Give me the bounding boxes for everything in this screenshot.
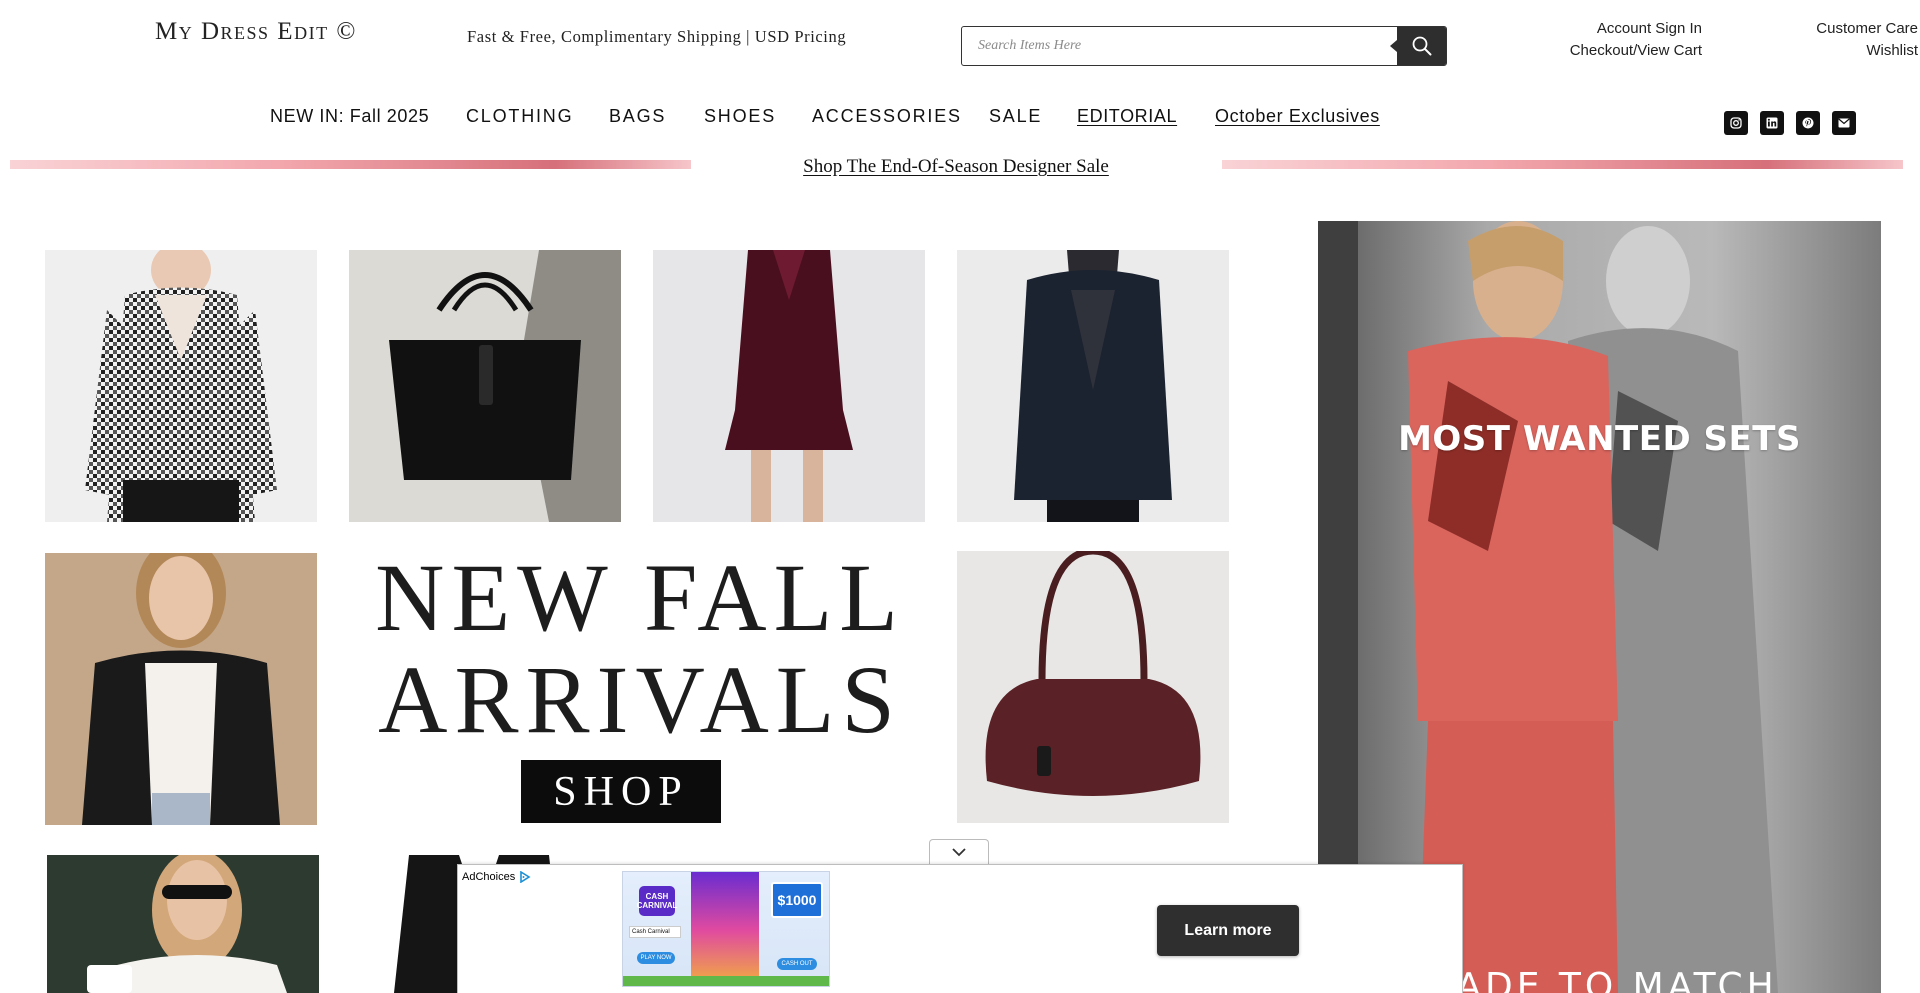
search-button[interactable]: [1390, 27, 1446, 65]
ad-creative[interactable]: CASH CARNIVAL Cash Carnival PLAY NOW $10…: [622, 871, 830, 987]
account-links: Account Sign In Checkout/View Cart: [1545, 18, 1702, 62]
product-tile-burgundy-bag[interactable]: [957, 551, 1229, 823]
hero-title: MOST WANTED SETS: [1398, 419, 1801, 459]
nav-bags[interactable]: BAGS: [609, 106, 666, 127]
customer-care-link[interactable]: Customer Care: [1790, 18, 1918, 40]
site-logo[interactable]: My Dress Edit ©: [155, 18, 357, 46]
search-bar: [961, 26, 1447, 66]
linkedin-icon[interactable]: [1760, 111, 1784, 135]
sale-banner-link[interactable]: Shop The End-Of-Season Designer Sale: [0, 156, 1912, 178]
nav-accessories[interactable]: ACCESSORIES: [812, 106, 962, 127]
main-nav: NEW IN: Fall 2025 CLOTHING BAGS SHOES AC…: [0, 106, 1920, 130]
product-tile-houndstooth-blazer[interactable]: [45, 250, 317, 522]
product-tile-black-cardigan[interactable]: [45, 553, 317, 825]
ad-brand: CASH CARNIVAL: [636, 892, 678, 910]
nav-october-exclusives[interactable]: October Exclusives: [1215, 106, 1380, 127]
search-input[interactable]: [962, 27, 1397, 65]
account-sign-in-link[interactable]: Account Sign In: [1545, 18, 1702, 40]
learn-more-button[interactable]: Learn more: [1157, 905, 1299, 956]
ad-collapse-toggle[interactable]: [929, 839, 989, 865]
pinterest-icon[interactable]: [1796, 111, 1820, 135]
care-links: Customer Care Wishlist: [1790, 18, 1918, 62]
product-tile-black-tote[interactable]: [349, 250, 621, 522]
adchoices-icon: [520, 871, 531, 883]
shop-button[interactable]: SHOP: [521, 760, 721, 823]
ad-cashout-button: CASH OUT: [777, 958, 817, 970]
nav-sale[interactable]: SALE: [989, 106, 1042, 127]
ad-phone-screen: [691, 872, 759, 986]
checkout-link[interactable]: Checkout/View Cart: [1545, 40, 1702, 62]
white-jacket-image: [47, 855, 319, 993]
promo-line-1: NEW FALL: [375, 544, 905, 651]
ad-amount: $1000: [771, 882, 823, 918]
ad-banner: AdChoices CASH CARNIVAL Cash Carnival PL…: [457, 864, 1463, 993]
promo-line-2: ARRIVALS: [378, 646, 902, 753]
product-tile-navy-blazer[interactable]: [957, 250, 1229, 522]
nav-new-in[interactable]: NEW IN: Fall 2025: [270, 106, 429, 127]
shipping-notice: Fast & Free, Complimentary Shipping | US…: [467, 27, 847, 46]
nav-editorial[interactable]: EDITORIAL: [1077, 106, 1177, 127]
navy-blazer-image: [957, 250, 1229, 522]
chevron-down-icon: [952, 848, 966, 857]
ad-search-label: Cash Carnival: [632, 929, 670, 935]
adchoices-label: AdChoices: [462, 871, 516, 883]
email-icon[interactable]: [1832, 111, 1856, 135]
houndstooth-blazer-image: [45, 250, 317, 522]
ad-search-field: Cash Carnival: [629, 926, 681, 938]
wishlist-link[interactable]: Wishlist: [1790, 40, 1918, 62]
black-tote-image: [349, 250, 621, 522]
black-cardigan-image: [45, 553, 317, 825]
velvet-dress-image: [653, 250, 925, 522]
instagram-icon[interactable]: [1724, 111, 1748, 135]
burgundy-bag-image: [957, 551, 1229, 823]
ad-grass: [623, 976, 829, 986]
adchoices-link[interactable]: AdChoices: [462, 871, 531, 883]
product-tile-white-jacket[interactable]: [47, 855, 319, 993]
ad-play-button: PLAY NOW: [637, 952, 675, 964]
nav-shoes[interactable]: SHOES: [704, 106, 776, 127]
nav-clothing[interactable]: CLOTHING: [466, 106, 573, 127]
search-icon: [1412, 36, 1431, 56]
cash-carnival-logo: CASH CARNIVAL: [636, 886, 678, 916]
product-tile-velvet-dress[interactable]: [653, 250, 925, 522]
